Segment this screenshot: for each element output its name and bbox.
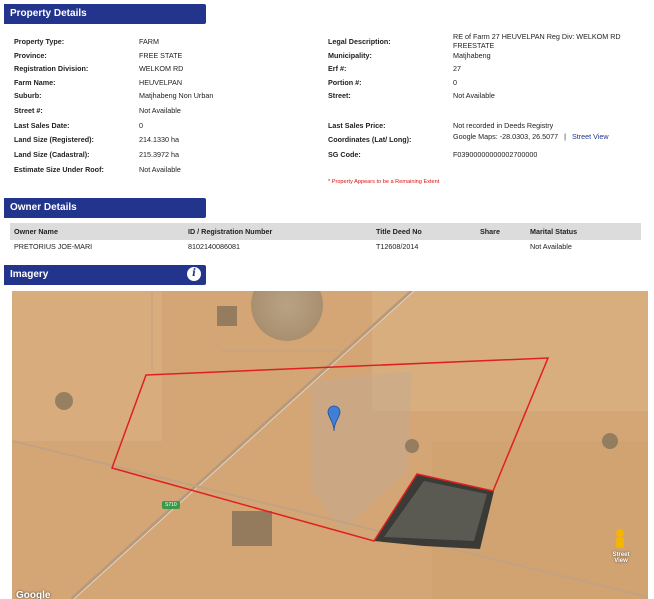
estimate-size-under-roof-label: Estimate Size Under Roof: xyxy=(14,165,104,174)
coordinates-container: Google Maps: -28.0303, 26.5077 | Street … xyxy=(453,132,609,141)
legal-description-label: Legal Description: xyxy=(328,37,391,46)
portion-label: Portion #: xyxy=(328,78,362,87)
suburb-label: Suburb: xyxy=(14,91,42,100)
erf-value: 27 xyxy=(453,64,461,73)
registration-division-value: WELKOM RD xyxy=(139,64,184,73)
province-value: FREE STATE xyxy=(139,51,183,60)
sg-code-label: SG Code: xyxy=(328,150,361,159)
municipality-label: Municipality: xyxy=(328,51,372,60)
last-sales-date-value: 0 xyxy=(139,121,143,130)
legal-description-value-line2: FREESTATE xyxy=(453,41,495,50)
legal-description-value: RE of Farm 27 HEUVELPAN Reg Div: WELKOM … xyxy=(453,32,621,41)
id-registration-cell: 8102140086081 xyxy=(188,242,240,251)
province-label: Province: xyxy=(14,51,47,60)
property-details-header: Property Details xyxy=(4,4,206,24)
last-sales-price-value: Not recorded in Deeds Registry xyxy=(453,121,554,130)
col-title-deed: Title Deed No xyxy=(376,227,422,236)
street-label: Street: xyxy=(328,91,351,100)
title-deed-cell: T12608/2014 xyxy=(376,242,419,251)
col-id-registration: ID / Registration Number xyxy=(188,227,273,236)
satellite-map[interactable] xyxy=(12,291,648,599)
erf-label: Erf #: xyxy=(328,64,347,73)
col-owner-name: Owner Name xyxy=(14,227,58,236)
road-label: S710 xyxy=(162,501,180,509)
coordinates-label: Coordinates (Lat/ Long): xyxy=(328,135,412,144)
property-type-value: FARM xyxy=(139,37,159,46)
registration-division-label: Registration Division: xyxy=(14,64,89,73)
last-sales-price-label: Last Sales Price: xyxy=(328,121,386,130)
remaining-extent-note: * Property Appears to be a Remaining Ext… xyxy=(328,179,440,185)
land-size-registered-value: 214.1330 ha xyxy=(139,135,179,144)
street-number-value: Not Available xyxy=(139,106,181,115)
municipality-value: Matjhabeng xyxy=(453,51,491,60)
col-share: Share xyxy=(480,227,500,236)
marital-status-cell: Not Available xyxy=(530,242,572,251)
property-type-label: Property Type: xyxy=(14,37,65,46)
last-sales-date-label: Last Sales Date: xyxy=(14,121,70,130)
map-graphic xyxy=(12,291,648,599)
google-logo: Google xyxy=(16,590,51,599)
street-view-link[interactable]: Street View xyxy=(572,132,609,141)
street-number-label: Street #: xyxy=(14,106,43,115)
owner-details-header: Owner Details xyxy=(4,198,206,218)
col-marital-status: Marital Status xyxy=(530,227,578,236)
portion-value: 0 xyxy=(453,78,457,87)
info-icon[interactable]: i xyxy=(186,266,202,282)
sg-code-value: F03900000000002700000 xyxy=(453,150,538,159)
land-size-cadastral-value: 215.3972 ha xyxy=(139,150,179,159)
street-view-label[interactable]: Street View xyxy=(605,552,637,564)
farm-name-label: Farm Name: xyxy=(14,78,56,87)
coordinates-separator: | xyxy=(564,132,566,141)
owner-name-cell: PRETORIUS JOE-MARI xyxy=(14,242,93,251)
owner-table-header: Owner Name ID / Registration Number Titl… xyxy=(10,223,641,240)
google-maps-coordinates-value: Google Maps: -28.0303, 26.5077 xyxy=(453,132,559,141)
estimate-size-under-roof-value: Not Available xyxy=(139,165,181,174)
suburb-value: Matjhabeng Non Urban xyxy=(139,91,214,100)
land-size-registered-label: Land Size (Registered): xyxy=(14,135,94,144)
farm-name-value: HEUVELPAN xyxy=(139,78,183,87)
imagery-header: Imagery xyxy=(4,265,206,285)
street-value: Not Available xyxy=(453,91,495,100)
land-size-cadastral-label: Land Size (Cadastral): xyxy=(14,150,90,159)
